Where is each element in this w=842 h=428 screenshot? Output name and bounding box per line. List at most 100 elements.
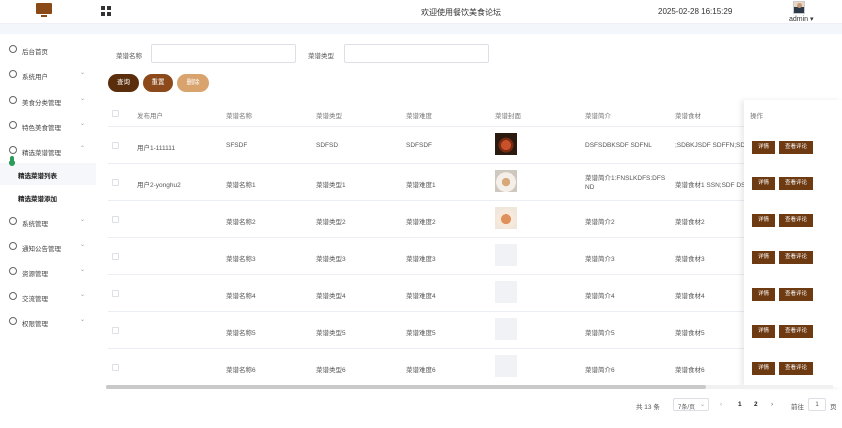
person-icon xyxy=(9,317,17,325)
recipe-cover-image[interactable] xyxy=(495,207,517,229)
page-suffix: 页 xyxy=(830,404,837,411)
sidebar-item-label: 资源管理 xyxy=(22,271,48,278)
folder-icon xyxy=(9,217,17,225)
goto-page-input[interactable]: 1 xyxy=(808,398,826,411)
cell-difficulty: 菜谱难度2 xyxy=(406,219,436,226)
sidebar-item-special-food[interactable]: 特色美食管理 ⌄ xyxy=(0,114,96,136)
book-icon xyxy=(9,146,17,154)
recipe-type-input[interactable] xyxy=(344,44,489,63)
sidebar-item-food-category[interactable]: 美食分类管理 ⌄ xyxy=(0,89,96,111)
row-checkbox[interactable] xyxy=(112,216,119,223)
prev-page-button[interactable]: ‹ xyxy=(720,401,722,408)
row-checkbox[interactable] xyxy=(112,364,119,371)
recipe-table: 发布用户 菜谱名称 菜谱类型 菜谱难度 菜谱封面 菜谱简介 菜谱食材 用户1-1… xyxy=(108,100,842,387)
view-comments-button[interactable]: 查看评论 xyxy=(779,251,813,264)
delete-button[interactable]: 删除 xyxy=(177,74,209,92)
scrollbar-thumb[interactable] xyxy=(106,385,706,389)
user-menu[interactable]: admin ▾ xyxy=(789,15,814,23)
table-row: 菜谱名称5 菜谱类型5 菜谱难度5 菜谱简介5 菜谱食材5 xyxy=(108,312,842,349)
row-checkbox[interactable] xyxy=(112,290,119,297)
view-comments-button[interactable]: 查看评论 xyxy=(779,177,813,190)
col-intro: 菜谱简介 xyxy=(585,113,611,120)
cell-type: 菜谱类型2 xyxy=(316,219,346,226)
sidebar-item-system-users[interactable]: 系统用户 ⌄ xyxy=(0,63,96,85)
sidebar-item-label: 美食分类管理 xyxy=(22,100,61,107)
avatar[interactable] xyxy=(793,1,805,14)
cell-intro: 菜谱简介4 xyxy=(585,293,615,300)
recipe-name-input[interactable] xyxy=(151,44,296,63)
detail-button[interactable]: 详情 xyxy=(752,251,775,264)
sidebar-subitem-recipe-list[interactable]: 精选菜谱列表 xyxy=(0,163,96,185)
cell-type: 菜谱类型4 xyxy=(316,293,346,300)
main-content: 菜谱名称 菜谱类型 查询 重置 删除 发布用户 菜谱名称 菜谱类型 菜谱难度 菜… xyxy=(96,34,842,428)
recipe-cover-image[interactable] xyxy=(495,170,517,192)
reset-button[interactable]: 重置 xyxy=(143,74,173,92)
row-checkbox[interactable] xyxy=(112,142,119,149)
row-checkbox[interactable] xyxy=(112,327,119,334)
page-size-select[interactable]: 7条/页 ⌄ xyxy=(673,398,709,411)
detail-button[interactable]: 详情 xyxy=(752,288,775,301)
user-icon xyxy=(9,70,17,78)
table-row: 菜谱名称4 菜谱类型4 菜谱难度4 菜谱简介4 菜谱食材4 xyxy=(108,275,842,312)
recipe-type-label: 菜谱类型 xyxy=(308,53,334,60)
recipe-cover-placeholder[interactable] xyxy=(495,318,517,340)
sidebar-item-permissions[interactable]: 权限管理 ⌄ xyxy=(0,310,96,332)
recipe-name-label: 菜谱名称 xyxy=(116,53,142,60)
cell-ingredients: 菜谱食材6 xyxy=(675,367,705,374)
cell-name: SFSDF xyxy=(226,142,248,149)
detail-button[interactable]: 详情 xyxy=(752,177,775,190)
sidebar-item-label: 精选菜谱管理 xyxy=(22,150,61,157)
cell-intro: 菜谱简介5 xyxy=(585,330,615,337)
page-2-button[interactable]: 2 xyxy=(754,401,758,408)
col-cover: 菜谱封面 xyxy=(495,113,521,120)
sidebar-item-system-admin[interactable]: 系统管理 ⌄ xyxy=(0,210,96,232)
row-checkbox[interactable] xyxy=(112,253,119,260)
goto-label: 前往 xyxy=(791,404,804,411)
detail-button[interactable]: 详情 xyxy=(752,214,775,227)
sidebar-item-label: 通知公告管理 xyxy=(22,246,61,253)
sidebar-item-label: 后台首页 xyxy=(22,49,48,56)
view-comments-button[interactable]: 查看评论 xyxy=(779,214,813,227)
next-page-button[interactable]: › xyxy=(771,401,773,408)
cell-ingredients: ;SDBKJSDF SDFFN;SDF xyxy=(675,142,745,149)
chevron-down-icon: ⌄ xyxy=(80,96,86,102)
view-comments-button[interactable]: 查看评论 xyxy=(779,362,813,375)
detail-button[interactable]: 详情 xyxy=(752,362,775,375)
link-icon xyxy=(9,242,17,250)
recipe-cover-placeholder[interactable] xyxy=(495,355,517,377)
chevron-down-icon: ⌄ xyxy=(80,121,86,127)
view-comments-button[interactable]: 查看评论 xyxy=(779,141,813,154)
page-1-button[interactable]: 1 xyxy=(738,401,742,408)
cell-intro: 菜谱简介1:FNSLKDFS:DFS ND xyxy=(585,175,666,191)
sidebar-item-resources[interactable]: 资源管理 ⌄ xyxy=(0,260,96,282)
select-all-checkbox[interactable] xyxy=(112,110,119,117)
horizontal-scrollbar[interactable] xyxy=(106,385,833,389)
recipe-cover-image[interactable] xyxy=(495,133,517,155)
cell-name: 菜谱名称4 xyxy=(226,293,256,300)
chevron-down-icon: ⌄ xyxy=(80,217,86,223)
view-comments-button[interactable]: 查看评论 xyxy=(779,288,813,301)
chevron-down-icon: ⌄ xyxy=(699,402,705,408)
col-ops: 操作 xyxy=(750,113,763,120)
view-comments-button[interactable]: 查看评论 xyxy=(779,325,813,338)
sidebar-item-home[interactable]: 后台首页 xyxy=(0,38,96,60)
cell-difficulty: SDFSDF xyxy=(406,142,432,149)
recipe-cover-placeholder[interactable] xyxy=(495,244,517,266)
detail-button[interactable]: 详情 xyxy=(752,141,775,154)
query-button[interactable]: 查询 xyxy=(108,74,139,92)
cell-publisher: 用户2-yonghu2 xyxy=(137,182,181,189)
sidebar-item-notices[interactable]: 通知公告管理 ⌄ xyxy=(0,235,96,257)
sidebar-subitem-recipe-add[interactable]: 精选菜谱添加 xyxy=(0,186,96,208)
cell-type: SDFSD xyxy=(316,142,339,149)
cell-name: 菜谱名称6 xyxy=(226,367,256,374)
clock-icon xyxy=(9,45,17,53)
col-difficulty: 菜谱难度 xyxy=(406,113,432,120)
recipe-cover-placeholder[interactable] xyxy=(495,281,517,303)
detail-button[interactable]: 详情 xyxy=(752,325,775,338)
cell-intro: 菜谱简介3 xyxy=(585,256,615,263)
cell-difficulty: 菜谱难度5 xyxy=(406,330,436,337)
table-row: 用户2-yonghu2 菜谱名称1 菜谱类型1 菜谱难度1 菜谱简介1:FNSL… xyxy=(108,164,842,201)
row-checkbox[interactable] xyxy=(112,179,119,186)
pagination: 共 13 条 7条/页 ⌄ ‹ 1 2 › 前往 1 页 xyxy=(96,398,842,412)
sidebar-item-exchange[interactable]: 交流管理 ⌄ xyxy=(0,285,96,307)
